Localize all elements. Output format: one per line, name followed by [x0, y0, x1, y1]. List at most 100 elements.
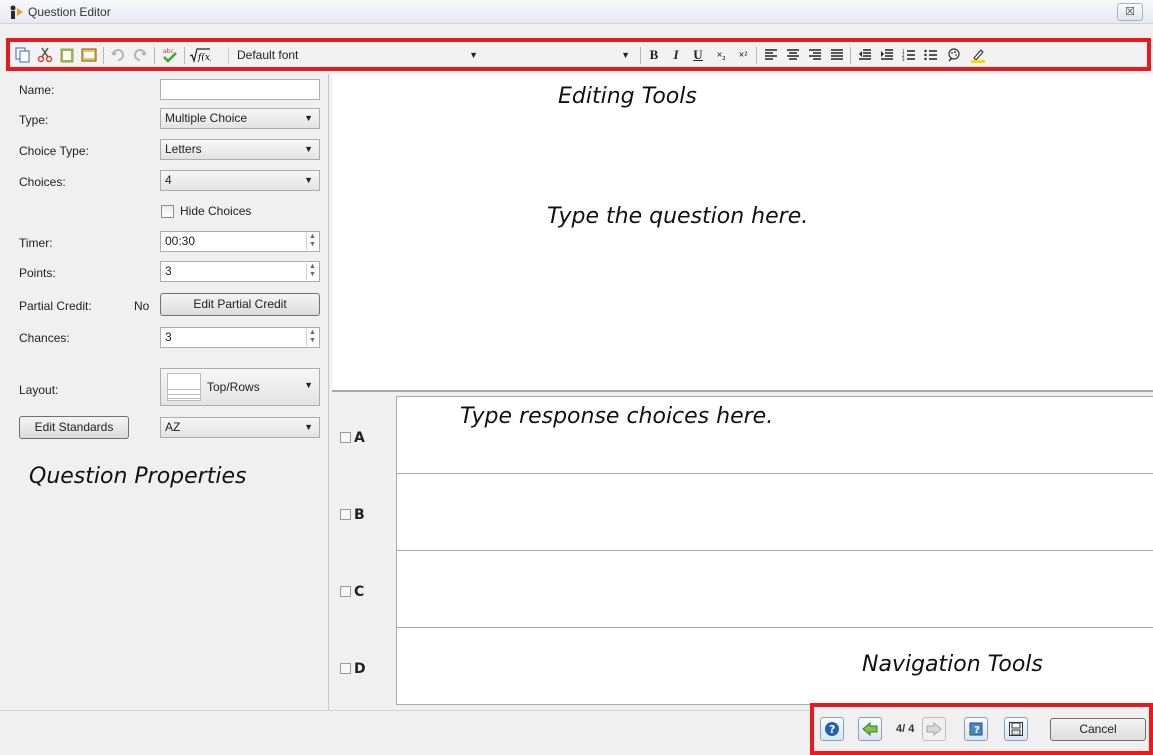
choice-c-checkbox[interactable] [340, 586, 351, 597]
choice-d-label[interactable]: D [340, 661, 366, 677]
text-color-icon[interactable] [944, 46, 964, 64]
font-size-select[interactable]: ▼ [496, 46, 634, 65]
bullet-list-icon[interactable] [922, 46, 940, 64]
toolbar-separator [228, 47, 229, 64]
hide-choices-label: Hide Choices [180, 204, 252, 218]
undo-icon[interactable] [109, 46, 127, 64]
toolbar-separator [850, 47, 851, 64]
highlight-icon[interactable] [968, 46, 988, 64]
numbered-list-icon[interactable]: 123 [900, 46, 918, 64]
previous-button[interactable] [858, 717, 882, 741]
chances-label: Chances: [19, 331, 70, 345]
chevron-down-icon: ▼ [469, 50, 478, 60]
choice-b-label[interactable]: B [340, 507, 365, 523]
layout-select[interactable]: Top/Rows ▼ [160, 368, 320, 406]
spellcheck-icon[interactable]: abc [160, 46, 180, 64]
choices-label: Choices: [19, 175, 66, 189]
justify-icon[interactable] [828, 46, 846, 64]
question-properties-annotation: Question Properties [29, 464, 247, 489]
toolbar-separator [154, 47, 155, 64]
help-icon: ? [825, 722, 839, 736]
underline-button[interactable]: U [690, 46, 706, 64]
align-left-icon[interactable] [762, 46, 780, 64]
choice-type-select[interactable]: Letters ▼ [160, 139, 320, 160]
equation-icon[interactable]: f(x) [188, 46, 212, 64]
choice-a-letter: A [354, 430, 365, 446]
question-text-editor[interactable]: Editing Tools Type the question here. [332, 74, 1153, 392]
partial-credit-value: No [134, 299, 150, 313]
choice-a-checkbox[interactable] [340, 432, 351, 443]
edit-standards-button[interactable]: Edit Standards [19, 416, 129, 439]
arrow-right-icon [926, 722, 942, 736]
app-icon [8, 4, 24, 20]
response-choices-area: A B C D Type response choices here. Navi… [332, 394, 1153, 712]
toolbar-separator [103, 47, 104, 64]
arrow-left-icon [862, 722, 878, 736]
chevron-down-icon: ▼ [304, 175, 313, 185]
chevron-down-icon: ▼ [304, 380, 313, 390]
add-question-button[interactable]: ? [964, 717, 988, 741]
chevron-down-icon: ▼ [304, 113, 313, 123]
choice-c-editor[interactable] [396, 550, 1153, 628]
subscript-button[interactable]: ×₂ [712, 46, 730, 64]
points-value: 3 [165, 264, 172, 278]
paste-special-icon[interactable] [80, 46, 98, 64]
name-input[interactable] [160, 79, 320, 100]
toolbar-separator [756, 47, 757, 64]
choice-a-label[interactable]: A [340, 430, 365, 446]
timer-label: Timer: [19, 236, 53, 250]
chances-spinner[interactable]: ▲ ▼ [306, 329, 318, 346]
chances-value: 3 [165, 330, 172, 344]
chevron-down-icon: ▼ [304, 144, 313, 154]
align-right-icon[interactable] [806, 46, 824, 64]
question-editor-window: Question Editor ☒ abc f(x) [0, 0, 1153, 755]
points-spinner[interactable]: ▲ ▼ [306, 263, 318, 280]
outdent-icon[interactable] [856, 46, 874, 64]
type-label: Type: [19, 113, 49, 127]
cancel-button[interactable]: Cancel [1050, 718, 1146, 741]
edit-partial-credit-button[interactable]: Edit Partial Credit [160, 293, 320, 316]
italic-button[interactable]: I [668, 46, 684, 64]
superscript-button[interactable]: ×² [734, 46, 752, 64]
paste-icon[interactable] [58, 46, 76, 64]
choice-b-letter: B [354, 507, 365, 523]
copy-icon[interactable] [14, 46, 32, 64]
redo-icon[interactable] [131, 46, 149, 64]
timer-input[interactable]: 00:30 ▲ ▼ [160, 231, 320, 252]
points-input[interactable]: 3 ▲ ▼ [160, 261, 320, 282]
points-label: Points: [19, 266, 56, 280]
font-select[interactable]: Default font ▼ [234, 46, 482, 65]
name-label: Name: [19, 83, 55, 97]
chevron-down-icon: ▼ [304, 422, 313, 432]
indent-icon[interactable] [878, 46, 896, 64]
help-button[interactable]: ? [820, 717, 844, 741]
choice-type-label: Choice Type: [19, 144, 89, 158]
timer-spinner[interactable]: ▲ ▼ [306, 233, 318, 250]
choice-b-checkbox[interactable] [340, 509, 351, 520]
chances-input[interactable]: 3 ▲ ▼ [160, 327, 320, 348]
add-question-icon: ? [969, 722, 983, 736]
next-button[interactable] [922, 717, 946, 741]
svg-text:?: ? [829, 723, 835, 736]
align-center-icon[interactable] [784, 46, 802, 64]
type-select[interactable]: Multiple Choice ▼ [160, 108, 320, 129]
choice-d-checkbox[interactable] [340, 663, 351, 674]
question-hint-annotation: Type the question here. [547, 204, 809, 229]
standards-value: AZ [165, 420, 181, 434]
page-indicator: 4/ 4 [896, 723, 915, 735]
choices-select[interactable]: 4 ▼ [160, 170, 320, 191]
editing-tools-annotation: Editing Tools [558, 84, 697, 109]
choice-row-c: C [332, 550, 1153, 628]
editing-toolbar: abc f(x) Default font ▼ ▼ B I U ×₂ ×² [6, 38, 1151, 71]
bold-button[interactable]: B [646, 46, 662, 64]
hide-choices-checkbox[interactable] [161, 205, 174, 218]
choice-c-label[interactable]: C [340, 584, 364, 600]
cut-icon[interactable] [36, 46, 54, 64]
choice-b-editor[interactable] [396, 473, 1153, 551]
window-title: Question Editor [28, 5, 111, 19]
title-bar: Question Editor ☒ [0, 0, 1153, 24]
save-button[interactable] [1004, 717, 1028, 741]
close-button[interactable]: ☒ [1117, 3, 1143, 21]
standards-select[interactable]: AZ ▼ [160, 417, 320, 438]
layout-preview-icon [167, 373, 201, 401]
